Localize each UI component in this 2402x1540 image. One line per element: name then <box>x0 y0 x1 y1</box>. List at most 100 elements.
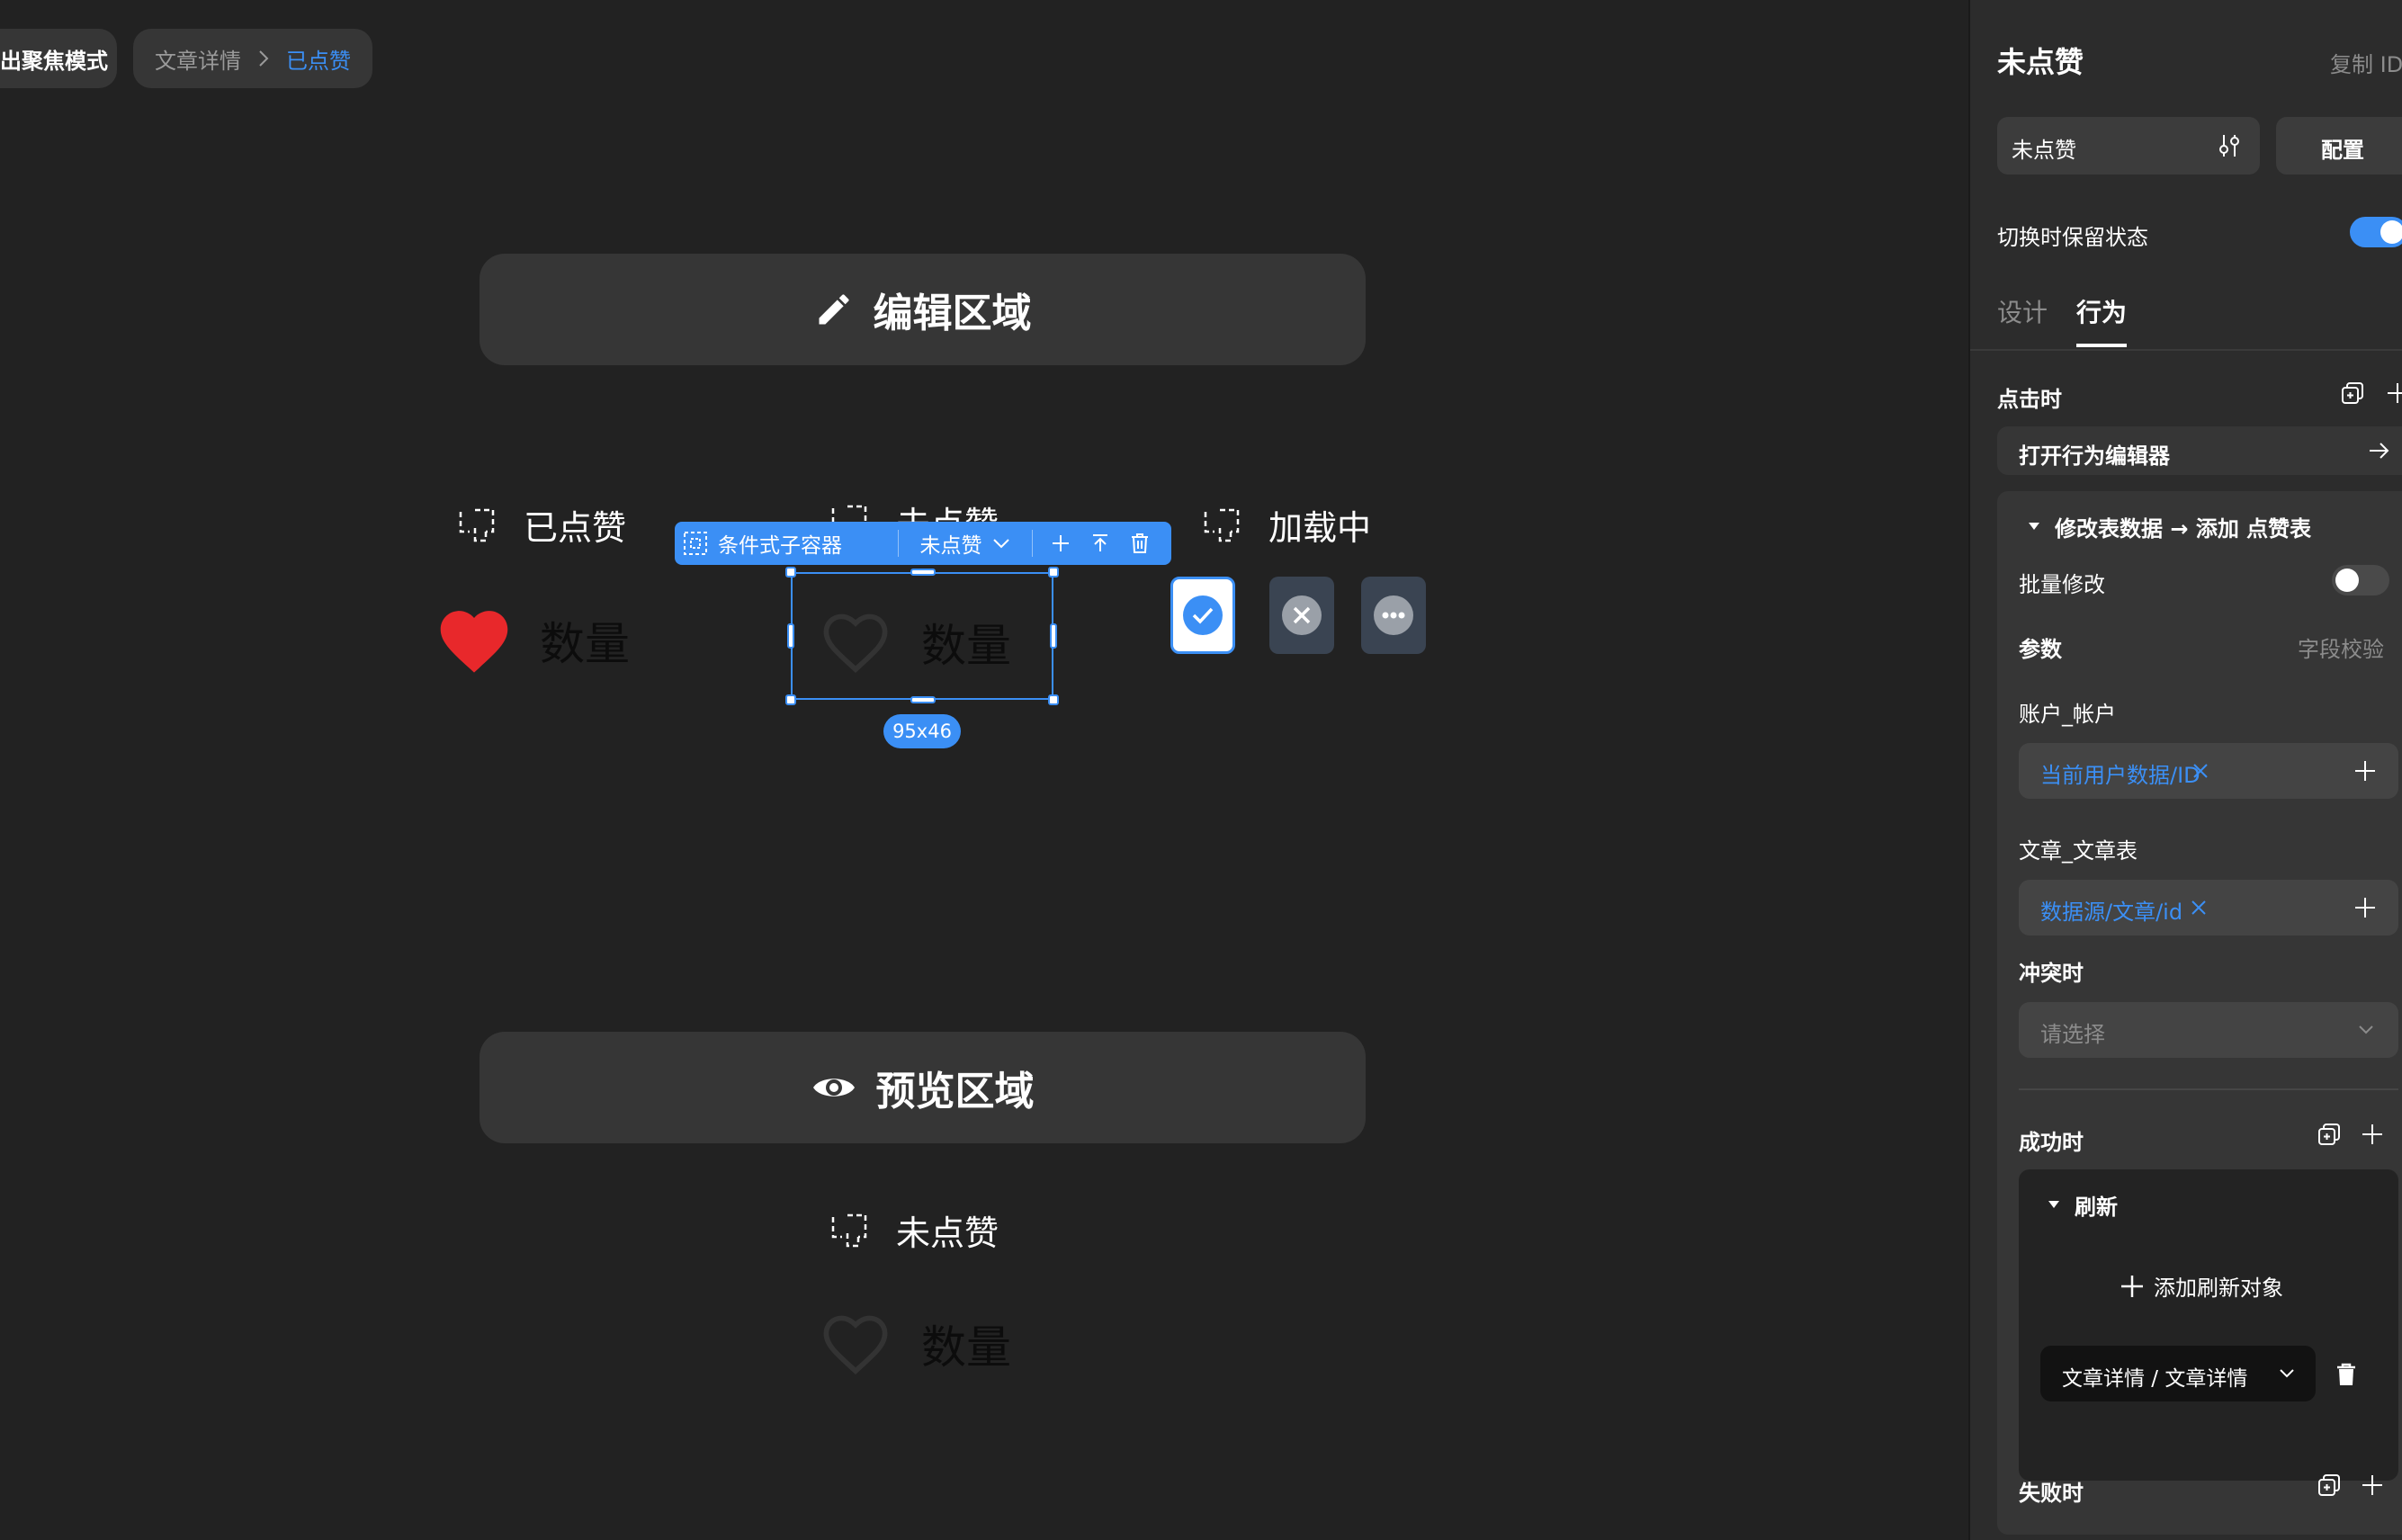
preview-zone-label: 预览区域 <box>875 1069 1035 1115</box>
preview-state-text: 未点赞 <box>896 1213 999 1253</box>
move-to-top-icon[interactable] <box>1090 533 1110 553</box>
refresh-target-value: 文章详情 / 文章详情 <box>2062 1367 2248 1391</box>
batch-edit-toggle[interactable] <box>2332 565 2389 595</box>
resize-handle-left[interactable] <box>787 623 794 649</box>
check-circle-icon <box>1182 595 1223 636</box>
state-select-value: 未点赞 <box>2012 138 2076 163</box>
add-refresh-button[interactable]: 添加刷新对象 <box>2120 1270 2283 1302</box>
container-icon <box>829 1210 882 1251</box>
component-toolbar: 条件式子容器 未点赞 <box>675 522 1171 565</box>
field1-input[interactable]: 当前用户数据/ID <box>2019 743 2398 799</box>
remove-icon[interactable] <box>2191 762 2209 780</box>
state-liked-tab[interactable]: 已点赞 <box>457 500 626 550</box>
add-refresh-label: 添加刷新对象 <box>2154 1276 2283 1301</box>
field1-value: 当前用户数据/ID <box>2040 763 2200 788</box>
close-circle-icon <box>1281 595 1322 636</box>
pencil-icon <box>814 290 854 329</box>
state-select[interactable]: 未点赞 <box>899 522 1032 565</box>
sliders-icon <box>2217 133 2242 158</box>
resize-handle-top[interactable] <box>910 569 936 576</box>
copy-icon[interactable] <box>2317 1473 2341 1497</box>
remove-icon[interactable] <box>2190 899 2208 917</box>
breadcrumb-parent[interactable]: 文章详情 <box>155 43 241 75</box>
tab-underline <box>2076 344 2127 347</box>
preview-state-label: 未点赞 <box>829 1205 999 1255</box>
resize-handle-bl[interactable] <box>785 694 796 705</box>
field-validation-link[interactable]: 字段校验 <box>2298 631 2384 663</box>
plus-icon <box>2120 1274 2145 1299</box>
panel-title: 未点赞 <box>1997 45 2084 79</box>
chevron-down-icon <box>2278 1367 2296 1380</box>
tab-behavior[interactable]: 行为 <box>2076 293 2127 329</box>
state-loading-label: 加载中 <box>1268 508 1372 548</box>
container-type[interactable]: 条件式子容器 <box>675 522 898 565</box>
action-card: 修改表数据 → 添加 点赞表 批量修改 参数 字段校验 账户_帐户 当前用户数据… <box>1997 491 2402 1535</box>
chevron-right-icon <box>257 49 270 68</box>
copy-id-link[interactable]: 复制 ID <box>2330 47 2402 78</box>
chevron-down-icon <box>2357 1024 2375 1036</box>
caret-down-icon[interactable] <box>2028 522 2040 531</box>
more-circle-icon <box>1373 595 1414 636</box>
chevron-down-icon <box>991 537 1011 550</box>
breadcrumb: 文章详情 已点赞 <box>133 29 372 88</box>
conflict-label: 冲突时 <box>2019 961 2084 986</box>
state-select[interactable]: 未点赞 <box>1997 117 2260 175</box>
add-icon[interactable] <box>2361 1473 2384 1497</box>
fail-label: 失败时 <box>2019 1481 2084 1506</box>
copy-icon[interactable] <box>2341 381 2364 405</box>
resize-handle-tr[interactable] <box>1048 567 1059 578</box>
copy-icon[interactable] <box>2317 1123 2341 1146</box>
open-behavior-editor-button[interactable]: 打开行为编辑器 <box>1997 426 2402 475</box>
resize-handle-bottom[interactable] <box>910 696 936 703</box>
plus-icon[interactable] <box>1051 533 1071 553</box>
add-icon[interactable] <box>2353 896 2377 919</box>
state-liked-label: 已点赞 <box>524 508 627 548</box>
breadcrumb-current[interactable]: 已点赞 <box>286 43 351 75</box>
state-liked-button[interactable] <box>1170 577 1235 654</box>
success-label: 成功时 <box>2019 1130 2084 1155</box>
edit-zone-label: 编辑区域 <box>873 291 1032 336</box>
config-button[interactable]: 配置 <box>2276 117 2402 175</box>
field2-input[interactable]: 数据源/文章/id <box>2019 880 2398 936</box>
size-badge: 95x46 <box>883 714 961 748</box>
resize-handle-br[interactable] <box>1048 694 1059 705</box>
add-icon[interactable] <box>2386 381 2402 405</box>
keep-state-label: 切换时保留状态 <box>1997 225 2148 250</box>
caret-down-icon[interactable] <box>2048 1200 2060 1209</box>
open-editor-label: 打开行为编辑器 <box>2019 443 2170 469</box>
keep-state-toggle[interactable] <box>2350 217 2402 247</box>
config-button-label: 配置 <box>2321 138 2364 163</box>
batch-edit-label: 批量修改 <box>2019 572 2105 597</box>
arrow-right-icon <box>2368 439 2391 462</box>
liked-count-label: 数量 <box>540 618 630 670</box>
resize-handle-right[interactable] <box>1050 623 1057 649</box>
trash-icon[interactable] <box>2335 1362 2357 1387</box>
add-icon[interactable] <box>2353 759 2377 783</box>
field2-value: 数据源/文章/id <box>2040 900 2183 925</box>
params-label: 参数 <box>2019 637 2062 662</box>
exit-focus-label: 出聚焦模式 <box>0 48 108 74</box>
add-icon[interactable] <box>2361 1123 2384 1146</box>
preview-zone-header: 预览区域 <box>480 1032 1366 1143</box>
selection-box[interactable] <box>791 572 1053 700</box>
conflict-select[interactable]: 请选择 <box>2019 1002 2398 1058</box>
state-loading-button[interactable] <box>1361 577 1426 654</box>
edit-zone-header: 编辑区域 <box>480 254 1366 365</box>
refresh-target-select[interactable]: 文章详情 / 文章详情 <box>2040 1346 2316 1401</box>
tab-design[interactable]: 设计 <box>1997 293 2048 329</box>
tabs-divider <box>1970 349 2402 351</box>
on-click-label: 点击时 <box>1997 387 2062 412</box>
conflict-placeholder: 请选择 <box>2040 1022 2105 1047</box>
field2-label: 文章_文章表 <box>2019 838 2138 864</box>
exit-focus-button[interactable]: 出聚焦模式 <box>0 29 117 88</box>
state-loading-tab[interactable]: 加载中 <box>1202 500 1371 550</box>
heart-filled-icon <box>434 601 515 675</box>
trash-icon[interactable] <box>1130 533 1150 554</box>
state-select-label: 未点赞 <box>919 534 982 558</box>
resize-handle-tl[interactable] <box>785 567 796 578</box>
eye-icon <box>811 1072 856 1103</box>
properties-panel: 未点赞 复制 ID 未点赞 配置 切换时保留状态 设计 行为 点击时 打开行为编… <box>1968 0 2402 1540</box>
container-type-label: 条件式子容器 <box>718 534 842 558</box>
refresh-label: 刷新 <box>2075 1195 2118 1220</box>
state-unliked-button[interactable] <box>1269 577 1334 654</box>
